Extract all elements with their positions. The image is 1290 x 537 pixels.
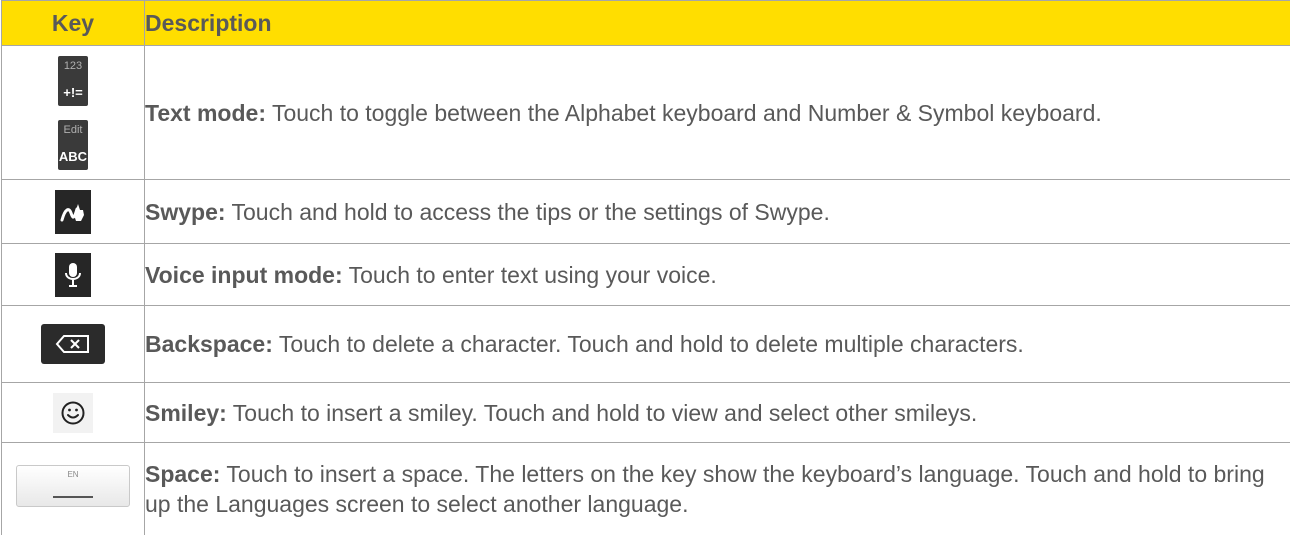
table-row: Smiley: Touch to insert a smiley. Touch … — [1, 382, 1290, 443]
key-cell — [1, 382, 145, 443]
header-description: Description — [144, 0, 1290, 46]
table-row: 123 +!= Edit ABC Text mode: Touch to tog… — [1, 45, 1290, 180]
term: Space: — [145, 460, 221, 487]
key-big-label: +!= — [63, 84, 83, 100]
number-symbol-key-icon: 123 +!= — [58, 55, 88, 106]
table-row: Voice input mode: Touch to enter text us… — [1, 243, 1290, 306]
key-cell — [1, 179, 145, 244]
description-text: Touch and hold to access the tips or the… — [225, 198, 830, 225]
language-label: EN — [67, 470, 79, 480]
description-cell: Swype: Touch and hold to access the tips… — [144, 179, 1290, 244]
space-bar-glyph — [53, 496, 93, 499]
description-cell: Voice input mode: Touch to enter text us… — [144, 243, 1290, 306]
term: Swype: — [145, 198, 226, 225]
header-key: Key — [1, 0, 145, 46]
table-row: Backspace: Touch to delete a character. … — [1, 305, 1290, 383]
space-key-icon: EN — [16, 465, 130, 508]
key-cell — [1, 305, 145, 383]
description-text: Touch to insert a smiley. Touch and hold… — [226, 399, 978, 426]
table-row: Swype: Touch and hold to access the tips… — [1, 179, 1290, 244]
description-cell: Backspace: Touch to delete a character. … — [144, 305, 1290, 383]
description-text: Touch to delete a character. Touch and h… — [272, 331, 1024, 357]
key-cell: 123 +!= Edit ABC — [1, 45, 145, 180]
description-text: Touch to insert a space. The letters on … — [145, 460, 1265, 517]
smiley-icon — [53, 392, 93, 433]
term: Backspace: — [145, 331, 273, 357]
term: Voice input mode: — [145, 261, 343, 288]
description-cell: Smiley: Touch to insert a smiley. Touch … — [144, 382, 1290, 443]
table-row: EN Space: Touch to insert a space. The l… — [1, 442, 1290, 535]
key-small-label: Edit — [63, 123, 83, 136]
keys-table: Key Description 123 +!= Edit ABC Text mo… — [1, 0, 1290, 535]
term: Text mode: — [145, 99, 266, 126]
key-cell: EN — [1, 442, 145, 535]
backspace-icon — [41, 324, 105, 364]
key-cell — [1, 243, 145, 306]
term: Smiley: — [145, 399, 227, 426]
key-big-label: ABC — [58, 148, 88, 164]
key-small-label: 123 — [63, 59, 83, 72]
table-header-row: Key Description — [1, 0, 1290, 46]
description-cell: Text mode: Touch to toggle between the A… — [144, 45, 1290, 180]
description-text: Touch to toggle between the Alphabet key… — [265, 99, 1102, 126]
microphone-icon — [55, 252, 91, 297]
description-text: Touch to enter text using your voice. — [342, 261, 717, 288]
description-cell: Space: Touch to insert a space. The lett… — [144, 442, 1290, 535]
alphabet-key-icon: Edit ABC — [58, 119, 88, 170]
swype-icon — [55, 189, 91, 234]
